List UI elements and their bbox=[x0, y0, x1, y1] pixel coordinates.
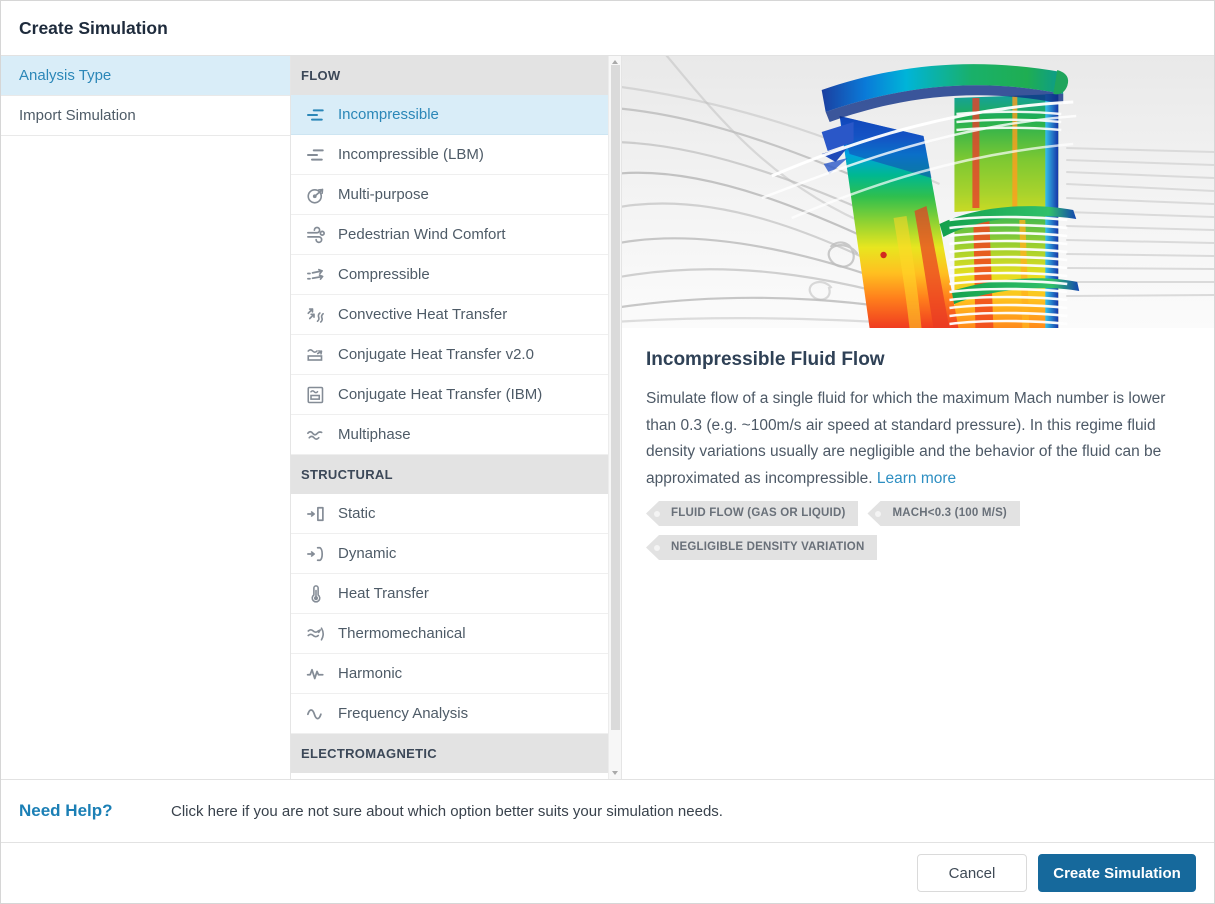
left-sidebar: Analysis TypeImport Simulation bbox=[1, 56, 291, 779]
create-simulation-dialog: Create Simulation Analysis TypeImport Si… bbox=[0, 0, 1215, 904]
type-item-conjugate-heat-transfer-v2-0[interactable]: Conjugate Heat Transfer v2.0 bbox=[291, 335, 608, 375]
type-item-label: Heat Transfer bbox=[338, 585, 429, 602]
type-item-convective-heat-transfer[interactable]: Convective Heat Transfer bbox=[291, 295, 608, 335]
type-item-label: Conjugate Heat Transfer (IBM) bbox=[338, 386, 542, 403]
simulation-preview-image bbox=[622, 56, 1214, 328]
learn-more-link[interactable]: Learn more bbox=[877, 470, 956, 487]
heat-transfer-icon bbox=[306, 584, 326, 604]
tag-negligible-density-variation: NEGLIGIBLE DENSITY VARIATION bbox=[646, 535, 877, 560]
type-item-label: Harmonic bbox=[338, 665, 402, 682]
dialog-content: Analysis TypeImport Simulation FLOW Incom… bbox=[1, 56, 1214, 779]
type-item-label: Incompressible (LBM) bbox=[338, 146, 484, 163]
conjugate-heat-transfer-ibm-icon bbox=[306, 385, 326, 405]
type-item-thermomechanical[interactable]: Thermomechanical bbox=[291, 614, 608, 654]
dialog-header: Create Simulation bbox=[1, 1, 1214, 56]
scrollbar-thumb[interactable] bbox=[611, 65, 620, 730]
type-item-pedestrian-wind-comfort[interactable]: Pedestrian Wind Comfort bbox=[291, 215, 608, 255]
dialog-footer: Cancel Create Simulation bbox=[1, 843, 1214, 903]
detail-title: Incompressible Fluid Flow bbox=[646, 349, 1168, 371]
type-item-conjugate-heat-transfer-ibm[interactable]: Conjugate Heat Transfer (IBM) bbox=[291, 375, 608, 415]
type-item-heat-transfer[interactable]: Heat Transfer bbox=[291, 574, 608, 614]
sidebar-item-analysis-type[interactable]: Analysis Type bbox=[1, 56, 290, 96]
type-item-label: Compressible bbox=[338, 266, 430, 283]
scroll-down-icon[interactable] bbox=[609, 768, 621, 778]
multi-purpose-icon bbox=[306, 185, 326, 205]
type-item-harmonic[interactable]: Harmonic bbox=[291, 654, 608, 694]
dialog-title: Create Simulation bbox=[19, 18, 168, 39]
type-item-multi-purpose[interactable]: Multi-purpose bbox=[291, 175, 608, 215]
need-help-link[interactable]: Need Help? bbox=[19, 801, 171, 821]
analysis-type-list: FLOW Incompressible Incompressible (LBM) Mu… bbox=[291, 56, 608, 773]
incompressible-lbm-icon bbox=[306, 145, 326, 165]
dynamic-icon bbox=[306, 544, 326, 564]
type-item-label: Dynamic bbox=[338, 545, 396, 562]
section-header-electromagnetic: ELECTROMAGNETIC bbox=[291, 734, 608, 773]
type-item-multiphase[interactable]: Multiphase bbox=[291, 415, 608, 455]
help-bar[interactable]: Need Help? Click here if you are not sur… bbox=[1, 779, 1214, 843]
conjugate-heat-transfer-v2-icon bbox=[306, 345, 326, 365]
tag-fluid-flow-gas-or-liquid: FLUID FLOW (GAS OR LIQUID) bbox=[646, 501, 858, 526]
cancel-button[interactable]: Cancel bbox=[917, 854, 1027, 892]
type-item-label: Conjugate Heat Transfer v2.0 bbox=[338, 346, 534, 363]
type-item-label: Incompressible bbox=[338, 106, 439, 123]
detail-tags: FLUID FLOW (GAS OR LIQUID) MACH<0.3 (100 … bbox=[646, 501, 1086, 569]
type-item-label: Multiphase bbox=[338, 426, 411, 443]
type-item-incompressible-lbm[interactable]: Incompressible (LBM) bbox=[291, 135, 608, 175]
convective-heat-transfer-icon bbox=[306, 305, 326, 325]
type-item-label: Multi-purpose bbox=[338, 186, 429, 203]
type-item-incompressible[interactable]: Incompressible bbox=[291, 95, 608, 135]
help-text: Click here if you are not sure about whi… bbox=[171, 803, 723, 820]
list-scrollbar[interactable] bbox=[608, 56, 621, 779]
type-item-static[interactable]: Static bbox=[291, 494, 608, 534]
section-header-structural: STRUCTURAL bbox=[291, 455, 608, 494]
type-item-dynamic[interactable]: Dynamic bbox=[291, 534, 608, 574]
type-item-label: Convective Heat Transfer bbox=[338, 306, 507, 323]
section-header-flow: FLOW bbox=[291, 56, 608, 95]
frequency-analysis-icon bbox=[306, 704, 326, 724]
tag-mach-0-3-100-m-s: MACH<0.3 (100 M/S) bbox=[867, 501, 1019, 526]
multiphase-icon bbox=[306, 425, 326, 445]
detail-body: Incompressible Fluid Flow Simulate flow … bbox=[622, 328, 1214, 569]
create-simulation-button[interactable]: Create Simulation bbox=[1038, 854, 1196, 892]
detail-description: Simulate flow of a single fluid for whic… bbox=[646, 386, 1168, 492]
analysis-type-list-wrap: FLOW Incompressible Incompressible (LBM) Mu… bbox=[291, 56, 622, 779]
incompressible-icon bbox=[306, 105, 326, 125]
thermomechanical-icon bbox=[306, 624, 326, 644]
type-item-label: Static bbox=[338, 505, 376, 522]
type-item-compressible[interactable]: Compressible bbox=[291, 255, 608, 295]
compressible-icon bbox=[306, 265, 326, 285]
type-item-frequency-analysis[interactable]: Frequency Analysis bbox=[291, 694, 608, 734]
pedestrian-wind-comfort-icon bbox=[306, 225, 326, 245]
type-item-label: Thermomechanical bbox=[338, 625, 466, 642]
type-item-label: Pedestrian Wind Comfort bbox=[338, 226, 506, 243]
harmonic-icon bbox=[306, 664, 326, 684]
static-icon bbox=[306, 504, 326, 524]
type-item-label: Frequency Analysis bbox=[338, 705, 468, 722]
sidebar-item-import-simulation[interactable]: Import Simulation bbox=[1, 96, 290, 136]
detail-panel: Incompressible Fluid Flow Simulate flow … bbox=[622, 56, 1214, 779]
